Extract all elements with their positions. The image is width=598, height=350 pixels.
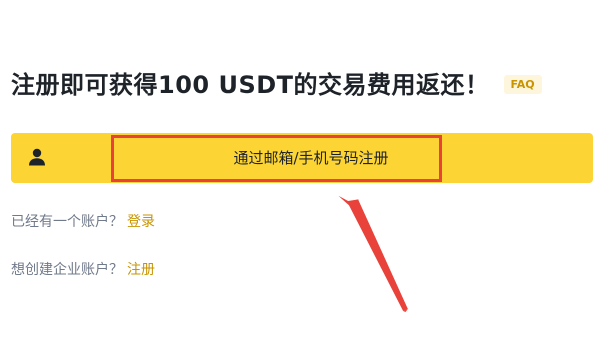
promo-title: 注册即可获得100 USDT的交易费用返还！ [11,70,490,99]
login-link[interactable]: 登录 [127,214,155,230]
faq-badge[interactable]: FAQ [503,74,542,94]
enterprise-register-link[interactable]: 注册 [127,262,155,278]
enterprise-question: 想创建企业账户？ [11,262,123,278]
enterprise-prompt: 想创建企业账户？ 注册 [11,259,155,279]
promo-headline: 注册即可获得100 USDT的交易费用返还！ FAQ [11,64,542,100]
register-button-label: 通过邮箱/手机号码注册 [233,149,389,167]
register-email-phone-button[interactable]: 通过邮箱/手机号码注册 [11,133,593,183]
login-prompt: 已经有一个账户？ 登录 [11,211,155,231]
login-question: 已经有一个账户？ [11,214,123,230]
